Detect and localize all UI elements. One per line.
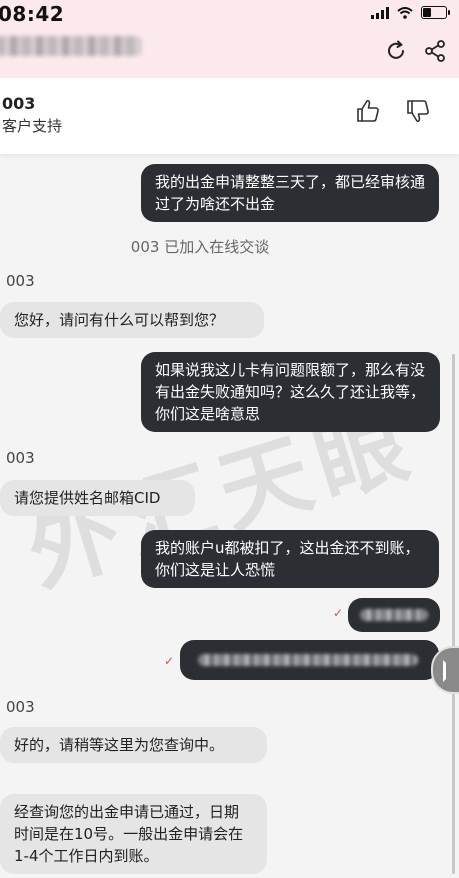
thumbs-down-icon[interactable] [405,98,431,124]
chat-screen: 08:42 003 客户支持 外汇天眼 我的出金申请整整三天了，都已经审核通过了… [0,0,459,878]
sender-label: 003 [6,272,35,290]
incoming-message: 请您提供姓名邮箱CID [0,480,195,516]
system-notice: 003 已加入在线交谈 [130,238,270,256]
outgoing-message-redacted [348,598,440,632]
status-time: 08:42 [0,2,65,26]
signal-icon [371,6,389,19]
refresh-icon[interactable] [385,40,407,62]
redacted-text [198,654,418,666]
wifi-icon [397,6,413,19]
outgoing-message-redacted [180,640,439,680]
outgoing-message: 我的出金申请整整三天了，都已经审核通过了为啥还不出金 [141,164,439,222]
agent-role: 客户支持 [2,117,63,135]
sent-check-icon: ✓ [164,654,175,668]
outgoing-message: 我的账户u都被扣了，这出金还不到账，你们这是让人恐慌 [141,530,439,588]
sender-label: 003 [6,698,35,716]
share-icon[interactable] [424,40,446,62]
chat-history[interactable]: 外汇天眼 我的出金申请整整三天了，都已经审核通过了为啥还不出金 003 已加入在… [0,154,459,878]
incoming-message: 您好，请问有什么可以帮到您？ [0,302,264,338]
sender-label: 003 [6,449,35,467]
blurred-page-title [0,36,141,56]
redacted-text [360,609,428,621]
agent-name: 003 [2,94,36,113]
battery-icon [421,6,450,19]
sent-check-icon: ✓ [333,606,344,620]
status-and-nav-bar: 08:42 [0,0,459,78]
outgoing-message: 如果说我这儿卡有问题限额了，那么有没有出金失败通知吗？这么久了还让我等，你们这是… [141,352,440,432]
chat-scrollbar[interactable] [452,354,455,874]
agent-header: 003 客户支持 [0,78,459,154]
status-indicators [371,6,450,19]
incoming-message: 经查询您的出金申请已通过，日期时间是在10号。一般出金申请会在1-4个工作日内到… [0,794,267,874]
thumbs-up-icon[interactable] [355,98,381,124]
incoming-message: 好的，请稍等这里为您查询中。 [0,727,267,763]
